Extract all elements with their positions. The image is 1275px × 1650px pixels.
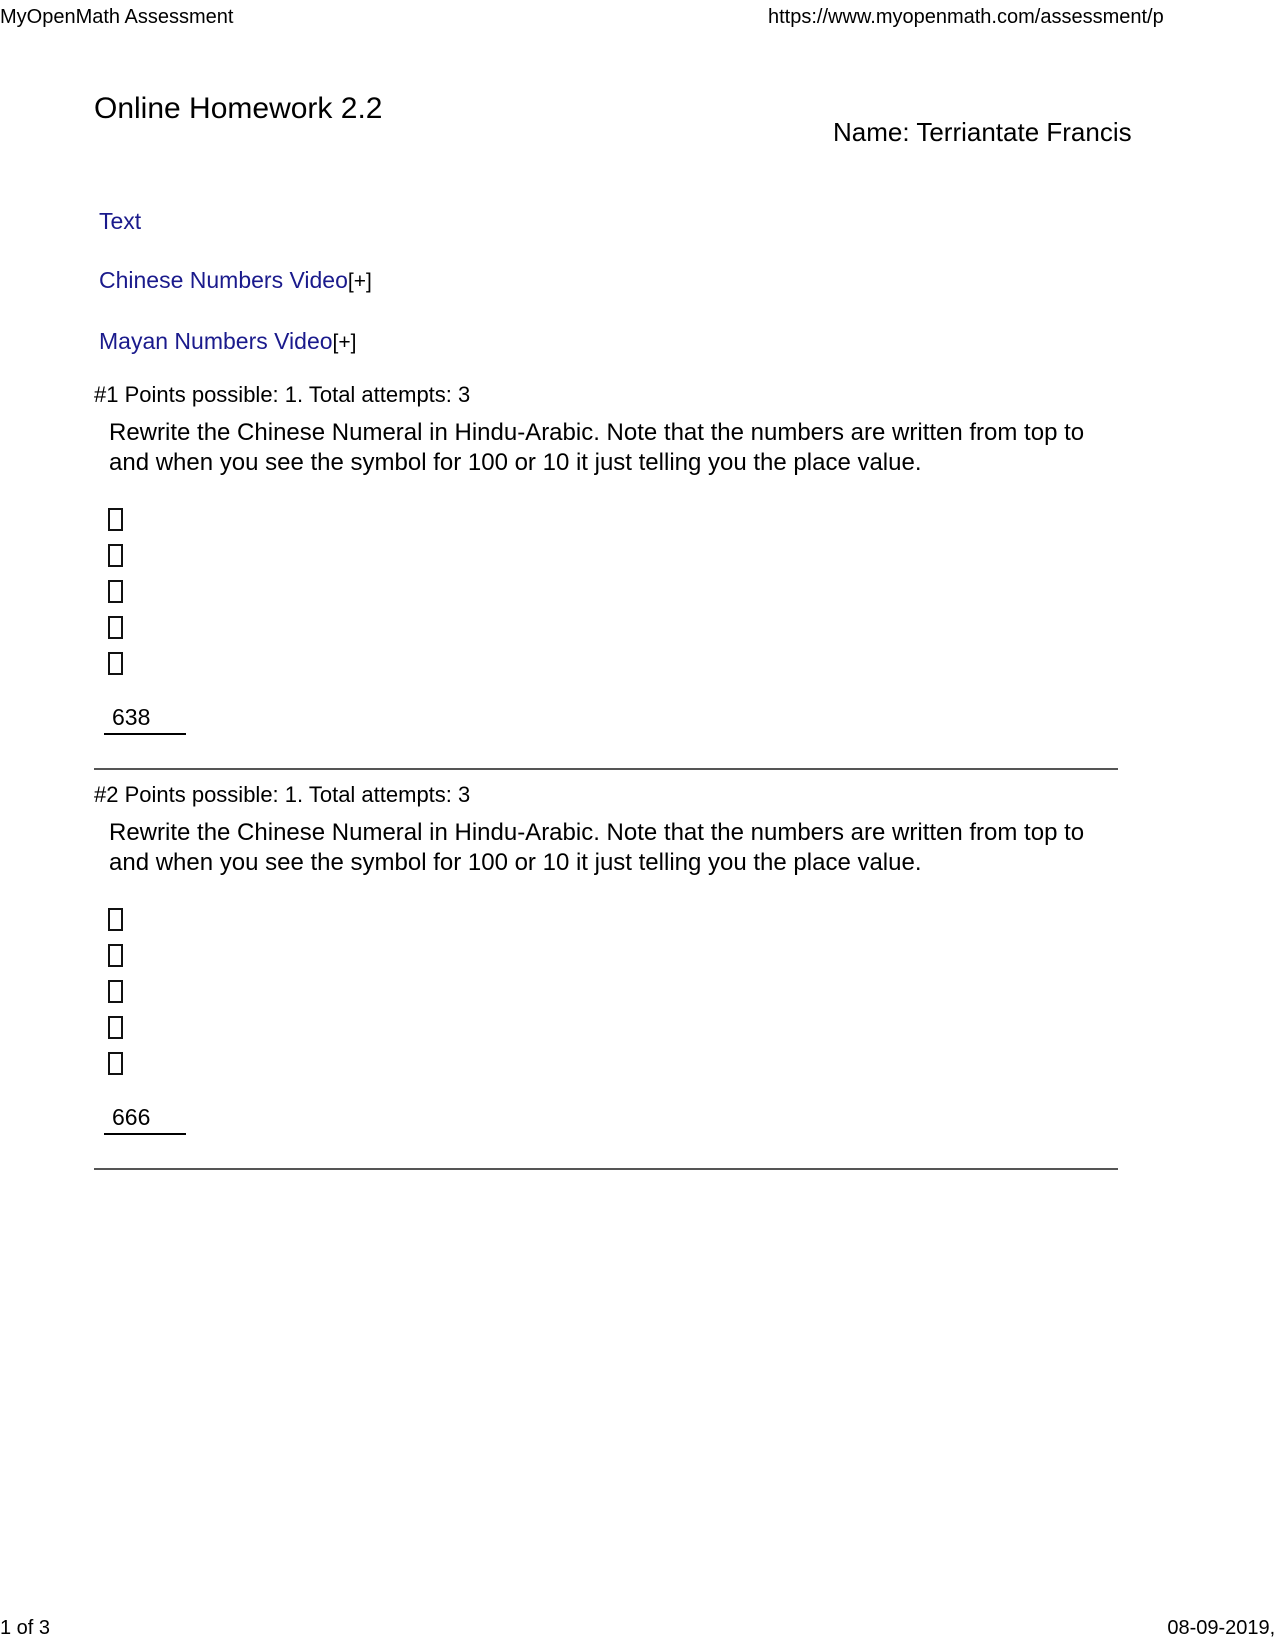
chinese-glyph-missing-icon — [108, 1009, 132, 1045]
chinese-glyph-missing-icon — [108, 645, 132, 681]
chinese-glyph-missing-icon — [108, 1045, 132, 1081]
question-2-prompt: Rewrite the Chinese Numeral in Hindu-Ara… — [109, 818, 1275, 878]
page-title: Online Homework 2.2 — [94, 92, 383, 125]
question-1-answer-row: 638 — [104, 703, 186, 737]
question-2-prompt-line-1: Rewrite the Chinese Numeral in Hindu-Ara… — [109, 819, 1085, 846]
print-header-title: MyOpenMath Assessment — [0, 6, 234, 28]
mayan-video-expand-toggle[interactable]: [+] — [333, 331, 357, 354]
print-header-url: https://www.myopenmath.com/assessment/p — [768, 6, 1164, 28]
question-1-prompt: Rewrite the Chinese Numeral in Hindu-Ara… — [109, 418, 1275, 478]
chinese-glyph-missing-icon — [108, 901, 132, 937]
chinese-glyph-missing-icon — [108, 573, 132, 609]
chinese-glyph-missing-icon — [108, 501, 132, 537]
print-footer: 1 of 3 08-09-2019, 17 — [0, 1614, 1275, 1642]
chinese-glyph-missing-icon — [108, 973, 132, 1009]
resource-link-text-row: Text — [99, 208, 799, 234]
question-2-divider — [94, 1168, 1118, 1170]
assessment-page: MyOpenMath Assessment https://www.myopen… — [0, 0, 1275, 1650]
text-link[interactable]: Text — [99, 208, 141, 234]
question-1-answer-input[interactable]: 638 — [104, 703, 186, 735]
chinese-glyph-missing-icon — [108, 937, 132, 973]
chinese-glyph-missing-icon — [108, 537, 132, 573]
question-2-prompt-line-2: and when you see the symbol for 100 or 1… — [109, 849, 922, 876]
question-2-answer-row: 666 — [104, 1103, 186, 1137]
question-1-meta: #1 Points possible: 1. Total attempts: 3 — [94, 382, 471, 407]
resource-link-mayan-row: Mayan Numbers Video[+] — [99, 328, 799, 356]
mayan-numbers-video-link[interactable]: Mayan Numbers Video — [99, 328, 333, 354]
chinese-numbers-video-link[interactable]: Chinese Numbers Video — [99, 267, 348, 293]
resource-links: Text Chinese Numbers Video[+] Mayan Numb… — [99, 208, 799, 356]
question-2-meta: #2 Points possible: 1. Total attempts: 3 — [94, 782, 471, 807]
question-1-chinese-numeral — [108, 501, 132, 681]
chinese-glyph-missing-icon — [108, 609, 132, 645]
assignment-header: Online Homework 2.2 Name: Terriantate Fr… — [0, 60, 1275, 147]
question-2-chinese-numeral — [108, 901, 132, 1081]
document-body: Online Homework 2.2 Name: Terriantate Fr… — [0, 60, 1275, 1170]
student-name: Name: Terriantate Francis — [833, 117, 1132, 147]
question-1-divider — [94, 768, 1118, 770]
question-1-prompt-line-2: and when you see the symbol for 100 or 1… — [109, 449, 922, 476]
question-2-answer-input[interactable]: 666 — [104, 1103, 186, 1135]
resource-link-chinese-row: Chinese Numbers Video[+] — [99, 267, 799, 295]
print-timestamp: 08-09-2019, 17 — [1167, 1617, 1275, 1639]
chinese-video-expand-toggle[interactable]: [+] — [348, 270, 372, 293]
page-number: 1 of 3 — [0, 1617, 51, 1639]
question-1-prompt-line-1: Rewrite the Chinese Numeral in Hindu-Ara… — [109, 419, 1085, 446]
print-header: MyOpenMath Assessment https://www.myopen… — [0, 0, 1275, 34]
